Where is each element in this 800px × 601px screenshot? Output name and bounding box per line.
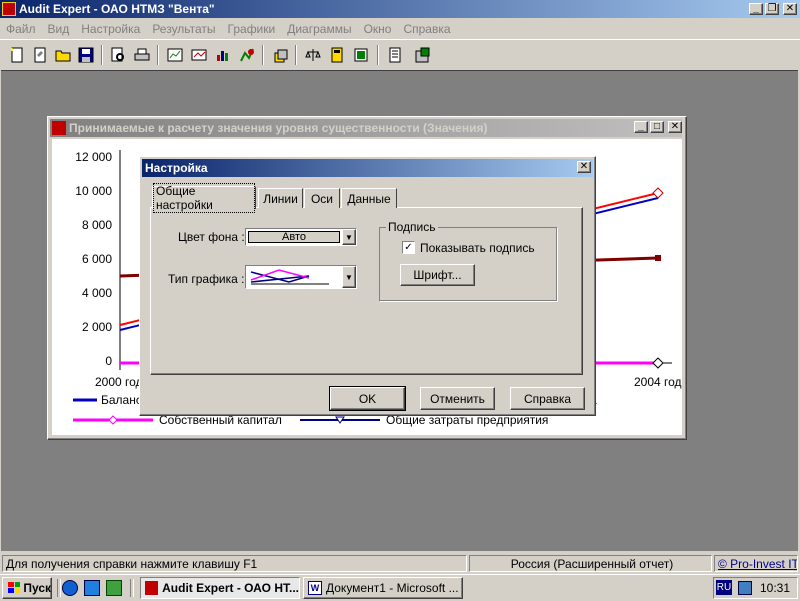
print-icon[interactable] xyxy=(131,44,153,66)
scales-icon[interactable] xyxy=(302,44,324,66)
help-button[interactable]: Справка xyxy=(510,387,585,410)
dialog-close-button[interactable]: ✕ xyxy=(577,161,591,173)
word-icon: W xyxy=(308,581,322,595)
ok-button[interactable]: OK xyxy=(329,386,406,411)
ie-icon[interactable] xyxy=(62,580,78,596)
y-tick: 10 000 xyxy=(75,184,112,198)
restore-button[interactable]: ❐ xyxy=(765,3,779,15)
taskbar: Пуск Audit Expert - ОАО НТ... W Документ… xyxy=(0,574,800,601)
y-tick: 8 000 xyxy=(81,218,112,232)
report-icon[interactable] xyxy=(350,44,372,66)
menu-diagrams[interactable]: Диаграммы xyxy=(281,22,357,36)
preview-icon[interactable] xyxy=(107,44,129,66)
y-tick: 12 000 xyxy=(75,150,112,164)
chart-window-icon xyxy=(52,121,66,135)
legend-item-balance: Баланс xyxy=(73,393,142,407)
start-label: Пуск xyxy=(23,581,51,595)
minimize-button[interactable]: _ xyxy=(749,3,763,15)
menu-file[interactable]: Файл xyxy=(0,22,42,36)
x-tick-start: 2000 год xyxy=(95,375,143,389)
compare-icon[interactable] xyxy=(188,44,210,66)
status-copyright[interactable]: © Pro-Invest IT xyxy=(714,555,798,572)
y-tick: 4 000 xyxy=(81,286,112,300)
series-marker xyxy=(652,357,664,369)
y-tick: 6 000 xyxy=(81,252,112,266)
chevron-down-icon[interactable]: ▼ xyxy=(342,229,356,245)
app-logo-icon xyxy=(2,2,16,16)
caption-group-title: Подпись xyxy=(386,220,438,234)
x-tick-end: 2004 год xyxy=(634,375,682,389)
clock: 10:31 xyxy=(760,581,791,595)
outlook-icon[interactable] xyxy=(84,580,100,596)
chart-icon[interactable] xyxy=(164,44,186,66)
calc-icon[interactable] xyxy=(326,44,348,66)
menu-view[interactable]: Вид xyxy=(42,22,76,36)
show-caption-checkbox[interactable]: ✓ xyxy=(402,241,415,254)
bg-color-label: Цвет фона : xyxy=(178,230,245,244)
series-marker xyxy=(655,255,661,261)
cancel-button[interactable]: Отменить xyxy=(420,387,495,410)
export-icon[interactable] xyxy=(412,44,434,66)
tab-lines[interactable]: Линии xyxy=(258,188,303,208)
chart-type-label: Тип графика : xyxy=(168,272,245,286)
menu-help[interactable]: Справка xyxy=(397,22,456,36)
y-axis-labels: 12 000 10 000 8 000 6 000 4 000 2 000 0 xyxy=(50,150,112,375)
start-button[interactable]: Пуск xyxy=(2,577,52,599)
audit-expert-icon xyxy=(145,581,159,595)
bg-color-value: Авто xyxy=(248,231,340,243)
menu-bar: Файл Вид Настройка Результаты Графики Ди… xyxy=(0,19,800,38)
folder-icon[interactable] xyxy=(52,44,74,66)
status-mode: Россия (Расширенный отчет) xyxy=(469,555,712,572)
menu-window[interactable]: Окно xyxy=(358,22,398,36)
document-icon[interactable] xyxy=(384,44,406,66)
network-icon[interactable] xyxy=(738,581,752,595)
app-title-bar: Audit Expert - ОАО НТМЗ "Вента" xyxy=(0,0,800,18)
app-title: Audit Expert - ОАО НТМЗ "Вента" xyxy=(19,2,215,16)
series-marker xyxy=(652,187,664,199)
windows-logo-icon xyxy=(8,582,21,593)
task-audit-expert[interactable]: Audit Expert - ОАО НТ... xyxy=(140,577,300,599)
status-help-text: Для получения справки нажмите клавишу F1 xyxy=(2,555,467,572)
open-icon[interactable] xyxy=(29,44,51,66)
taskbar-divider xyxy=(130,579,134,597)
task-word-document[interactable]: W Документ1 - Microsoft ... xyxy=(303,577,463,599)
desktop-icon[interactable] xyxy=(106,580,122,596)
close-button[interactable]: ✕ xyxy=(783,3,797,15)
save-icon[interactable] xyxy=(75,44,97,66)
tab-axes[interactable]: Оси xyxy=(304,188,340,208)
tab-general[interactable]: Общие настройки xyxy=(152,183,256,213)
chart-type-preview-icon xyxy=(250,269,329,285)
task-label: Audit Expert - ОАО НТ... xyxy=(162,581,299,595)
chart-close-button[interactable]: ✕ xyxy=(668,121,682,133)
y-tick: 0 xyxy=(105,354,112,368)
font-button[interactable]: Шрифт... xyxy=(400,264,475,286)
bg-color-select[interactable]: Авто ▼ xyxy=(245,228,357,246)
tab-data[interactable]: Данные xyxy=(341,188,397,208)
menu-settings[interactable]: Настройка xyxy=(75,22,146,36)
chart-maximize-button[interactable]: □ xyxy=(650,121,664,133)
y-tick: 2 000 xyxy=(81,320,112,334)
diagram-icon[interactable] xyxy=(212,44,234,66)
language-indicator[interactable]: RU xyxy=(716,580,732,595)
chart-minimize-button[interactable]: _ xyxy=(634,121,648,133)
toolbar xyxy=(0,39,800,70)
chart-window-title: Принимаемые к расчету значения уровня су… xyxy=(69,121,488,135)
menu-results[interactable]: Результаты xyxy=(146,22,221,36)
new-icon[interactable] xyxy=(6,44,28,66)
task-label: Документ1 - Microsoft ... xyxy=(326,581,459,595)
chevron-down-icon[interactable]: ▼ xyxy=(342,266,356,288)
stack-icon[interactable] xyxy=(270,44,292,66)
dialog-title: Настройка xyxy=(145,161,208,175)
chart-type-select[interactable]: ▼ xyxy=(245,265,357,289)
taskbar-divider xyxy=(57,579,61,597)
chart-window-title-bar: Принимаемые к расчету значения уровня су… xyxy=(50,119,682,137)
dialog-title-bar: Настройка xyxy=(142,159,593,177)
tab-general-label: Общие настройки xyxy=(153,183,255,213)
legend-label: Баланс xyxy=(101,393,142,407)
analysis-icon[interactable] xyxy=(236,44,258,66)
menu-charts[interactable]: Графики xyxy=(222,22,282,36)
show-caption-label: Показывать подпись xyxy=(420,241,535,255)
system-tray: RU 10:31 xyxy=(713,577,798,599)
